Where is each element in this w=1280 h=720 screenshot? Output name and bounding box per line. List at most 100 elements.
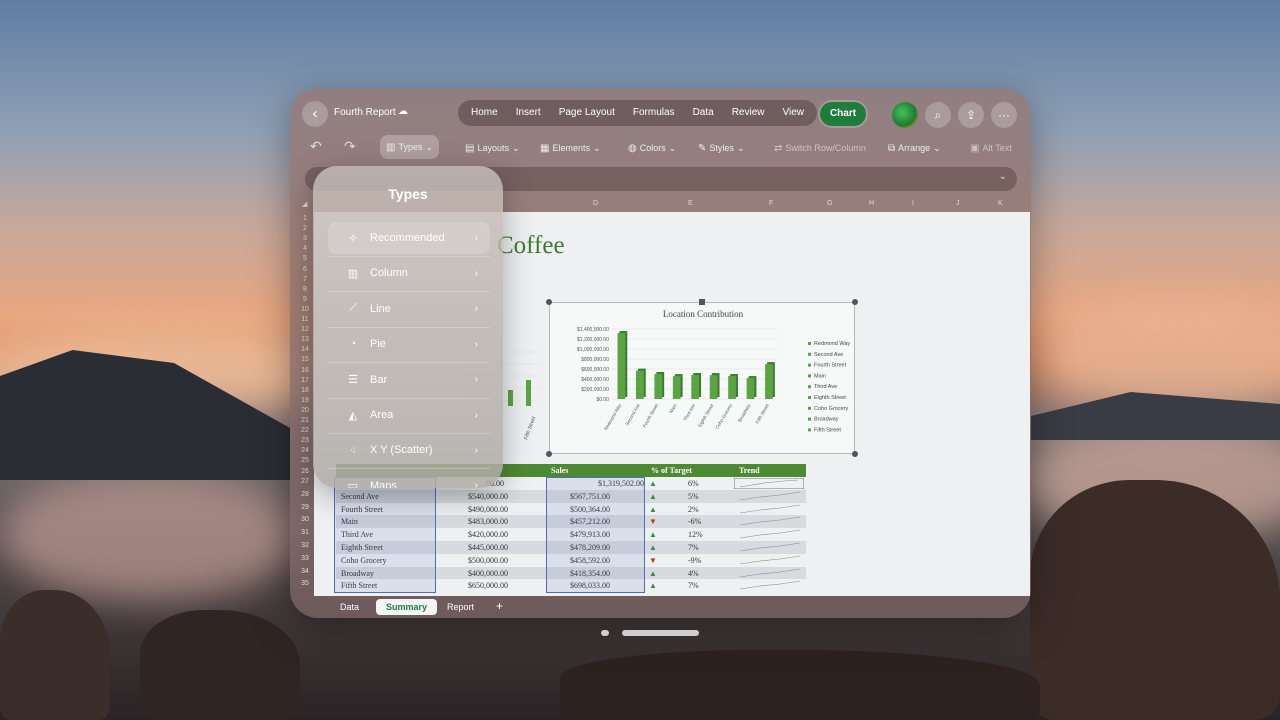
row-header[interactable]: 18 xyxy=(298,387,312,394)
tab-formulas[interactable]: Formulas xyxy=(624,100,684,126)
row-header[interactable]: 4 xyxy=(298,245,312,252)
pct-cell[interactable]: 5% xyxy=(688,492,699,501)
row-header[interactable]: 12 xyxy=(298,326,312,333)
target-cell[interactable]: $490,000.00 xyxy=(468,505,508,514)
chart-type-line[interactable]: ⟋ Line › xyxy=(328,293,490,325)
pct-cell[interactable]: -9% xyxy=(688,556,701,565)
row-header[interactable]: 2 xyxy=(298,225,312,232)
undo-icon[interactable]: ↶ xyxy=(310,138,322,155)
row-header[interactable]: 9 xyxy=(298,296,312,303)
chart-resize-handle[interactable] xyxy=(699,299,705,305)
selection-range-sales[interactable] xyxy=(546,477,645,593)
column-header[interactable]: E xyxy=(688,200,693,207)
row-header[interactable]: 1 xyxy=(298,215,312,222)
target-cell[interactable]: $483,000.00 xyxy=(468,517,508,526)
tab-review[interactable]: Review xyxy=(723,100,774,126)
row-header[interactable]: 15 xyxy=(298,356,312,363)
copilot-icon[interactable] xyxy=(892,102,918,128)
elements-button[interactable]: ▦ Elements ⌄ xyxy=(540,140,601,156)
chart-type-maps[interactable]: ▭ Maps › xyxy=(328,470,490,488)
styles-button[interactable]: ✎ Styles ⌄ xyxy=(698,140,744,156)
target-cell[interactable]: $540,000.00 xyxy=(468,492,508,501)
row-header[interactable]: 23 xyxy=(298,437,312,444)
row-header[interactable]: 16 xyxy=(298,367,312,374)
row-header[interactable]: 22 xyxy=(298,427,312,434)
pct-cell[interactable]: 7% xyxy=(688,581,699,590)
row-header[interactable]: 20 xyxy=(298,407,312,414)
pct-cell[interactable]: -6% xyxy=(688,517,701,526)
types-button[interactable]: ▥ Types ⌄ xyxy=(380,135,440,159)
row-header[interactable]: 5 xyxy=(298,255,312,262)
window-dot[interactable] xyxy=(601,630,609,636)
add-sheet-button[interactable]: + xyxy=(486,596,513,616)
target-cell[interactable]: $400,000.00 xyxy=(468,569,508,578)
row-header[interactable]: 30 xyxy=(298,516,312,523)
header-trend[interactable]: Trend xyxy=(739,466,760,475)
row-header[interactable]: 21 xyxy=(298,417,312,424)
sheet-tab-report[interactable]: Report xyxy=(437,599,484,615)
column-header[interactable]: D xyxy=(593,200,598,207)
column-header[interactable]: I xyxy=(912,200,914,207)
search-icon[interactable]: ⌕ xyxy=(925,102,951,128)
select-all-corner[interactable]: ◢ xyxy=(302,200,307,208)
target-cell[interactable]: $500,000.00 xyxy=(468,556,508,565)
column-header[interactable]: F xyxy=(769,200,773,207)
tab-home[interactable]: Home xyxy=(462,100,507,126)
sheet-tab-data[interactable]: Data xyxy=(330,599,369,615)
row-header[interactable]: 14 xyxy=(298,346,312,353)
row-header[interactable]: 31 xyxy=(298,529,312,536)
row-header[interactable]: 17 xyxy=(298,377,312,384)
row-header[interactable]: 10 xyxy=(298,306,312,313)
pct-cell[interactable]: 4% xyxy=(688,569,699,578)
row-header[interactable]: 11 xyxy=(298,316,312,323)
switch-row-column-button[interactable]: ⇄ Switch Row/Column xyxy=(774,140,866,156)
row-header[interactable]: 25 xyxy=(298,457,312,464)
row-header[interactable]: 28 xyxy=(298,491,312,498)
chart-type-bar[interactable]: ☰ Bar › xyxy=(328,364,490,396)
column-header[interactable]: J xyxy=(956,200,960,207)
column-header[interactable]: K xyxy=(998,200,1003,207)
chart-resize-handle[interactable] xyxy=(546,451,552,457)
chart-resize-handle[interactable] xyxy=(852,451,858,457)
row-header[interactable]: 34 xyxy=(298,568,312,575)
column-header[interactable]: H xyxy=(869,200,874,207)
chart-type-pie[interactable]: ◔ Pie › xyxy=(328,328,490,360)
sheet-title[interactable]: Coffee xyxy=(497,232,565,260)
pct-cell[interactable]: 7% xyxy=(688,543,699,552)
chart-type-recommended[interactable]: ✧ Recommended › xyxy=(328,222,490,254)
alt-text-button[interactable]: ▣ Alt Text xyxy=(970,140,1012,156)
row-header[interactable]: 33 xyxy=(298,555,312,562)
pct-cell[interactable]: 2% xyxy=(688,505,699,514)
target-cell[interactable]: $445,000.00 xyxy=(468,543,508,552)
back-button[interactable]: ‹ xyxy=(302,101,328,127)
row-header[interactable]: 24 xyxy=(298,447,312,454)
header-sales[interactable]: Sales xyxy=(551,466,568,475)
row-header[interactable]: 7 xyxy=(298,276,312,283)
tab-chart[interactable]: Chart xyxy=(820,102,866,126)
row-header[interactable]: 8 xyxy=(298,286,312,293)
row-header[interactable]: 19 xyxy=(298,397,312,404)
tab-page-layout[interactable]: Page Layout xyxy=(550,100,624,126)
chart-type-area[interactable]: ◭ Area › xyxy=(328,399,490,431)
row-header[interactable]: 26 xyxy=(298,468,312,475)
row-header[interactable]: 6 xyxy=(298,266,312,273)
tab-insert[interactable]: Insert xyxy=(507,100,550,126)
sheet-tab-summary[interactable]: Summary xyxy=(376,599,438,615)
document-title[interactable]: Fourth Report xyxy=(334,107,396,118)
row-header[interactable]: 13 xyxy=(298,336,312,343)
chart-type-column[interactable]: ▥ Column › xyxy=(328,257,490,289)
pct-cell[interactable]: 12% xyxy=(688,530,703,539)
chart-resize-handle[interactable] xyxy=(852,299,858,305)
chevron-down-icon[interactable]: ⌄ xyxy=(999,171,1007,182)
location-contribution-chart[interactable]: Location Contribution $0.00 $200,000.00 $40… xyxy=(549,302,855,454)
pct-cell[interactable]: 6% xyxy=(688,479,699,488)
row-header[interactable]: 29 xyxy=(298,504,312,511)
tab-view[interactable]: View xyxy=(773,100,813,126)
colors-button[interactable]: ◍ Colors ⌄ xyxy=(628,140,676,156)
chart-resize-handle[interactable] xyxy=(546,299,552,305)
row-header[interactable]: 32 xyxy=(298,542,312,549)
redo-icon[interactable]: ↷ xyxy=(344,138,356,155)
window-grabber[interactable] xyxy=(622,630,699,636)
header-pct-target[interactable]: % of Target xyxy=(651,466,692,475)
tab-data[interactable]: Data xyxy=(684,100,723,126)
